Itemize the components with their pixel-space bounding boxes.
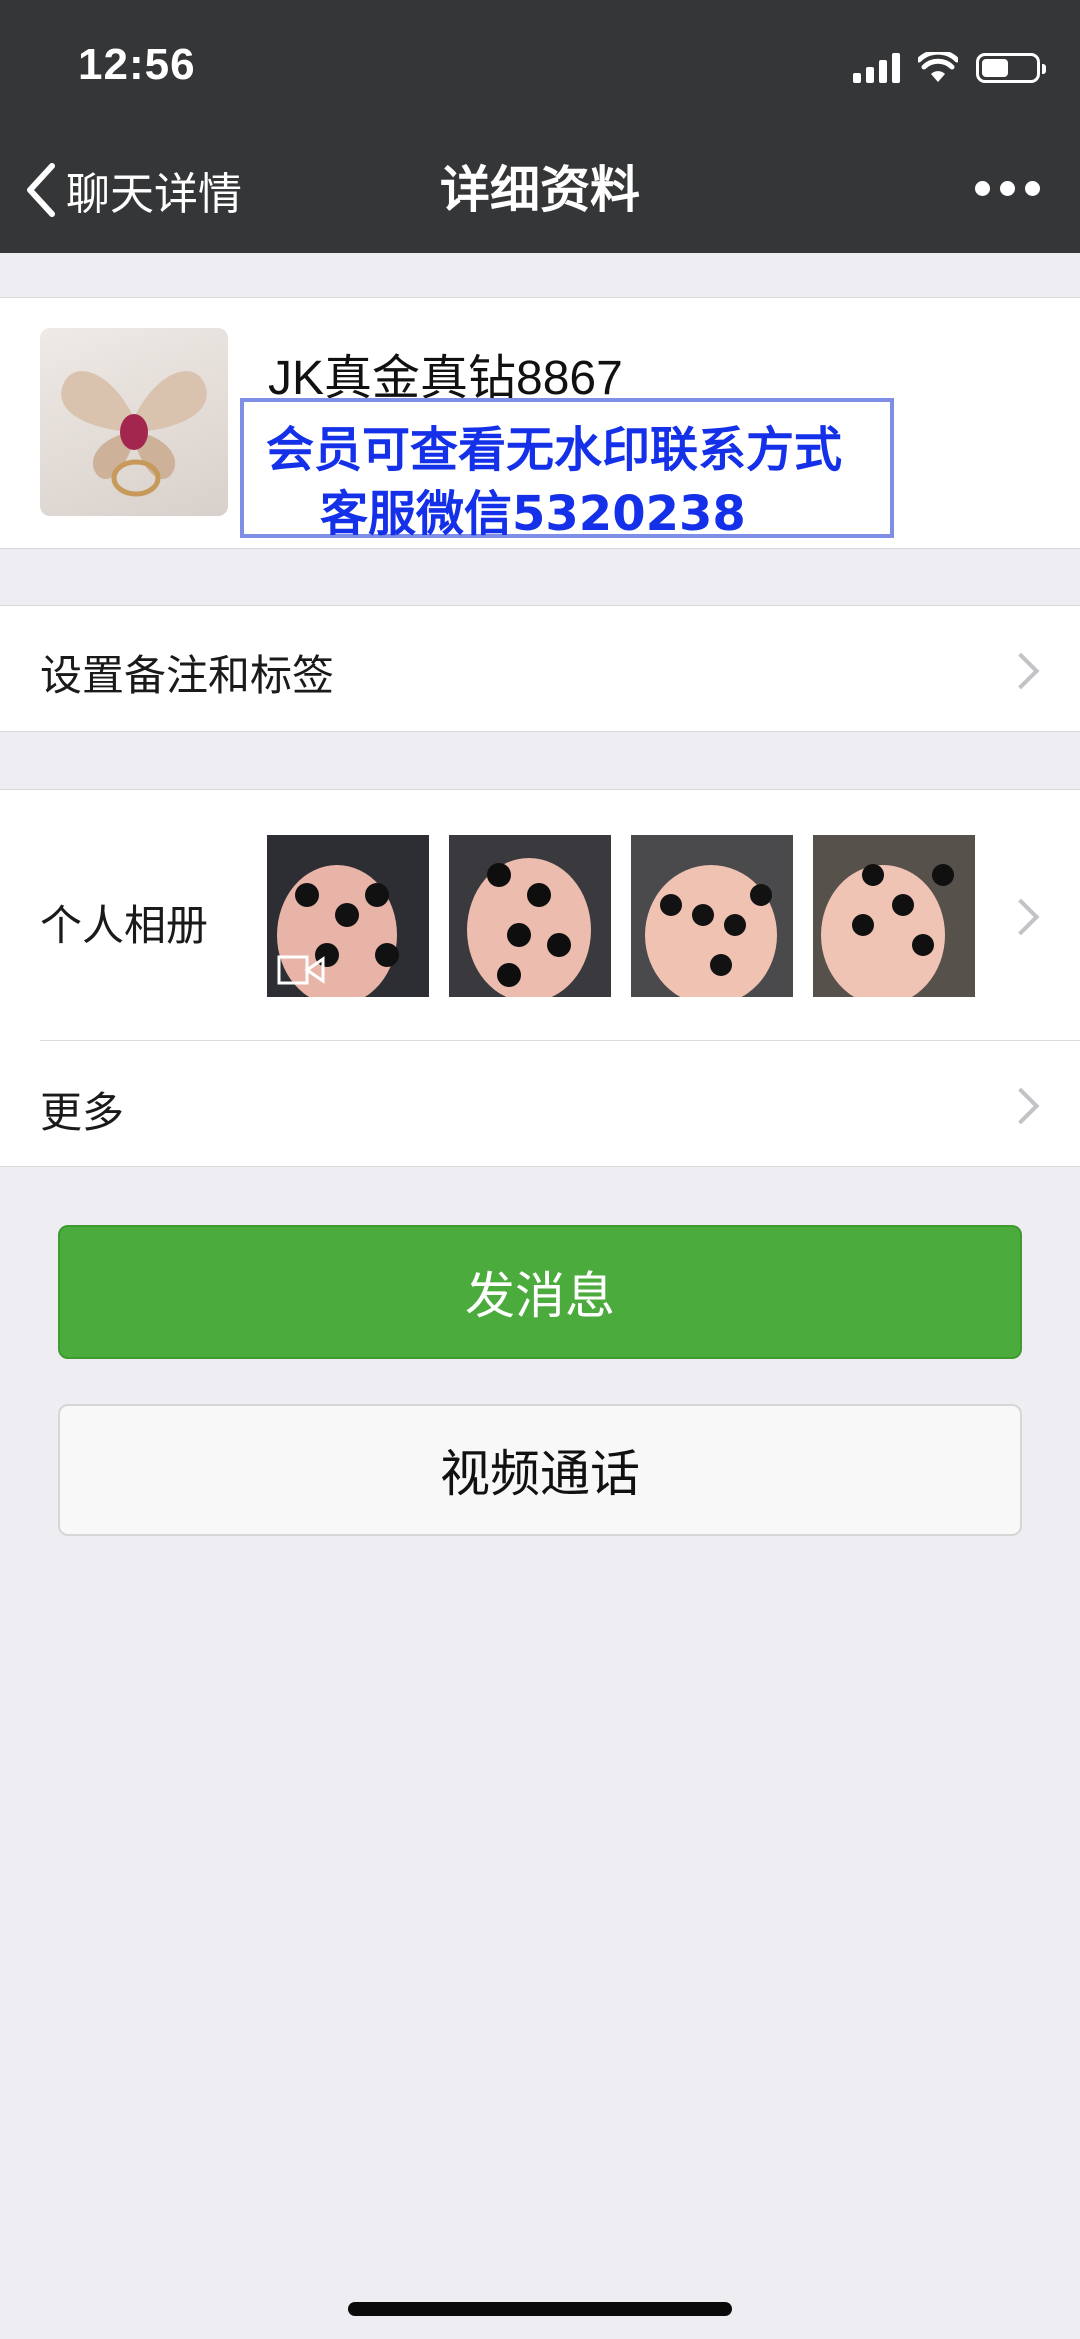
cellular-signal-icon: [853, 53, 900, 83]
battery-icon: [976, 53, 1046, 83]
home-indicator: [348, 2302, 732, 2316]
battery-level-fill: [982, 59, 1008, 77]
chevron-right-icon: [1002, 898, 1040, 936]
watermark-line-1: 会员可查看无水印联系方式: [266, 422, 843, 478]
album-thumbnail[interactable]: [449, 835, 611, 997]
status-time: 12:56: [78, 40, 196, 89]
chevron-right-icon: [1002, 1087, 1040, 1125]
more-row[interactable]: 更多: [0, 1041, 1080, 1166]
status-icons: [853, 48, 1046, 88]
necklace-photo-icon: [631, 835, 793, 997]
butterfly-ring-icon: [61, 371, 207, 497]
profile-card[interactable]: JK真金真钻8867 会员可查看无水印联系方式 客服微信5320238: [0, 297, 1080, 549]
remark-tags-row[interactable]: 设置备注和标签: [0, 605, 1080, 732]
avatar[interactable]: [40, 328, 228, 516]
watermark-line-2: 客服微信5320238: [320, 486, 746, 542]
remark-tags-label: 设置备注和标签: [40, 651, 335, 700]
necklace-photo-icon: [449, 835, 611, 997]
album-thumbnail[interactable]: [631, 835, 793, 997]
top-bar: 12:56 聊天详情 详细资料: [0, 0, 1080, 253]
more-label: 更多: [40, 1088, 125, 1137]
album-thumbnail-video[interactable]: [267, 835, 429, 997]
wifi-icon: [918, 52, 958, 82]
send-message-button[interactable]: 发消息: [58, 1225, 1022, 1359]
more-dots-icon[interactable]: [975, 181, 1040, 196]
video-call-button[interactable]: 视频通话: [58, 1404, 1022, 1536]
necklace-photo-icon: [267, 835, 429, 997]
necklace-photo-icon: [813, 835, 975, 997]
watermark-banner: 会员可查看无水印联系方式 客服微信5320238: [240, 398, 894, 542]
page-title: 详细资料: [440, 161, 640, 219]
chevron-right-icon: [1002, 652, 1040, 690]
album-thumbnail[interactable]: [813, 835, 975, 997]
album-label: 个人相册: [40, 901, 209, 950]
